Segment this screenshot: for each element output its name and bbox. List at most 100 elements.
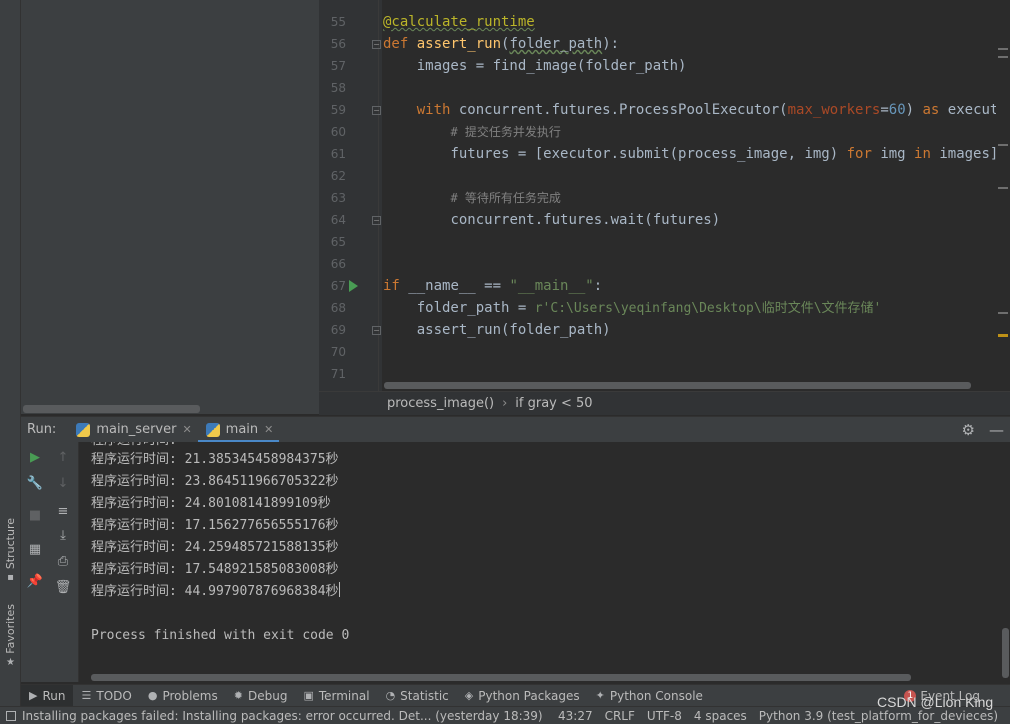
console-horizontal-scrollbar[interactable] [91,674,911,681]
fold-icon[interactable]: − [372,326,381,335]
console-line: 程序运行时间: 17.548921585083008秒 [91,562,339,577]
structure-icon: ▪ [7,572,14,584]
bottom-tab-problems[interactable]: ● Problems [140,685,226,707]
favorites-tab[interactable]: Favorites ★ [0,604,21,668]
bottom-tool-bar: ▶ Run ☰ TODO ● Problems ✹ Debug ▣ Terminal ◔ S… [21,684,1010,707]
bottom-tab-todo[interactable]: ☰ TODO [73,685,139,707]
arrow-up-icon[interactable]: ↑ [49,446,77,468]
line-number: 63 [330,191,346,205]
code-text: images = find_image(folder_path) [416,58,687,74]
arrow-down-icon[interactable]: ↓ [49,472,77,494]
stripe-mark[interactable] [998,48,1008,50]
bottom-tab-statistic[interactable]: ◔ Statistic [378,685,457,707]
number-literal: 60 [888,102,906,118]
stripe-mark[interactable] [998,56,1008,58]
bottom-tab-label: Python Console [609,688,703,703]
console-line: 程序运行时间: 24.259485721588135秒 [91,540,339,555]
code-line: 59 − with concurrent.futures.ProcessPool… [319,99,1010,121]
console-line: 程序运行时间: 44.997907876968384秒 [91,581,340,603]
bottom-tab-label: Run [42,688,66,703]
breadcrumb-item[interactable]: process_image() [387,396,494,411]
stripe-mark[interactable] [998,187,1008,189]
comment: # 等待所有任务完成 [450,191,561,205]
keyword: in [914,146,931,162]
layout-icon[interactable]: ▦ [21,538,49,560]
run-toolbar-secondary: ↑ ↓ ≡ ⤓ ⎙ 🗑 [49,442,79,682]
tool-windows-icon[interactable] [6,710,16,721]
code-line: 55 @calculate_runtime [319,11,1010,33]
stripe-mark[interactable] [998,144,1008,146]
python-interpreter[interactable]: Python 3.9 (test_platform_for_devieces) [759,709,998,723]
packages-icon: ◈ [464,689,474,702]
wrench-icon[interactable]: 🔧 [21,472,49,494]
bottom-tab-label: TODO [96,688,132,703]
minimize-icon[interactable]: — [989,421,1004,439]
fold-icon[interactable]: − [372,40,381,49]
soft-wrap-icon[interactable]: ≡ [49,500,77,522]
close-icon[interactable]: ✕ [182,423,191,436]
python-icon [205,422,220,437]
code-line: 64 − concurrent.futures.wait(futures) [319,209,1010,231]
close-icon[interactable]: ✕ [264,423,273,436]
structure-tab[interactable]: Structure ▪ [0,518,21,583]
run-console[interactable]: 程序运行时间: 程序运行时间: 21.385345458984375秒 程序运行… [80,442,1010,682]
caret-position[interactable]: 43:27 [558,709,593,723]
code-line: 70 [319,341,1010,363]
scroll-to-end-icon[interactable]: ⤓ [49,524,77,546]
code-line: 69 − assert_run(folder_path) [319,319,1010,341]
editor-horizontal-scrollbar[interactable] [384,382,971,389]
python-icon [76,422,91,437]
line-number: 64 [330,213,346,227]
bottom-tab-python-console[interactable]: ✦ Python Console [588,685,711,707]
breadcrumb: process_image() › if gray < 50 [319,391,1010,415]
keyword: if [383,278,400,294]
info-icon: ● [147,689,158,702]
status-message[interactable]: Installing packages failed: Installing p… [22,709,543,723]
editor-error-stripe[interactable] [996,0,1010,391]
decorator: @calculate_runtime [383,14,535,30]
function-name: assert_run [416,36,502,52]
bottom-tab-debug[interactable]: ✹ Debug [226,685,296,707]
line-number: 65 [330,235,346,249]
file-encoding[interactable]: UTF-8 [647,709,682,723]
line-number: 59 [330,103,346,117]
fold-icon[interactable]: − [372,216,381,225]
project-pane [21,0,319,414]
line-number: 60 [330,125,346,139]
code-line: 62 [319,165,1010,187]
fold-icon[interactable]: − [372,106,381,115]
keyword-argument: max_workers [787,102,881,118]
line-number: 55 [330,15,346,29]
line-number: 70 [330,345,346,359]
stripe-mark[interactable] [998,334,1008,337]
line-number: 61 [330,147,346,161]
rerun-icon[interactable]: ▶ [21,446,49,468]
stripe-mark[interactable] [998,312,1008,314]
indent-setting[interactable]: 4 spaces [694,709,747,723]
keyword: with [416,102,451,118]
run-gutter-icon[interactable] [349,280,358,292]
bottom-tab-terminal[interactable]: ▣ Terminal [295,685,377,707]
print-icon[interactable]: ⎙ [49,550,77,572]
left-tool-strip: Structure ▪ Favorites ★ [0,0,21,706]
bottom-tab-label: Terminal [318,688,370,703]
code-editor[interactable]: 55 @calculate_runtime 56 − def assert_ru… [319,0,1010,391]
gear-icon[interactable]: ⚙ [962,421,975,439]
console-vertical-scrollbar[interactable] [1002,628,1009,678]
project-horizontal-scrollbar[interactable] [23,405,200,413]
bottom-tab-python-packages[interactable]: ◈ Python Packages [457,685,588,707]
code-text: futures = [executor.submit(process_image… [450,146,847,162]
bottom-tab-label: Python Packages [478,688,580,703]
breadcrumb-item[interactable]: if gray < 50 [515,396,592,411]
pin-icon[interactable]: 📌 [21,570,49,592]
run-tab-main-server[interactable]: main_server ✕ [68,417,197,443]
code-line: 66 [319,253,1010,275]
trash-icon[interactable]: 🗑 [49,576,77,598]
line-separator[interactable]: CRLF [605,709,635,723]
chevron-right-icon: › [502,396,508,411]
structure-label: Structure [4,518,17,570]
bottom-tab-run[interactable]: ▶ Run [21,684,74,707]
run-tab-main[interactable]: main ✕ [197,417,280,443]
line-number: 66 [330,257,346,271]
stop-icon[interactable]: ■ [21,504,49,526]
